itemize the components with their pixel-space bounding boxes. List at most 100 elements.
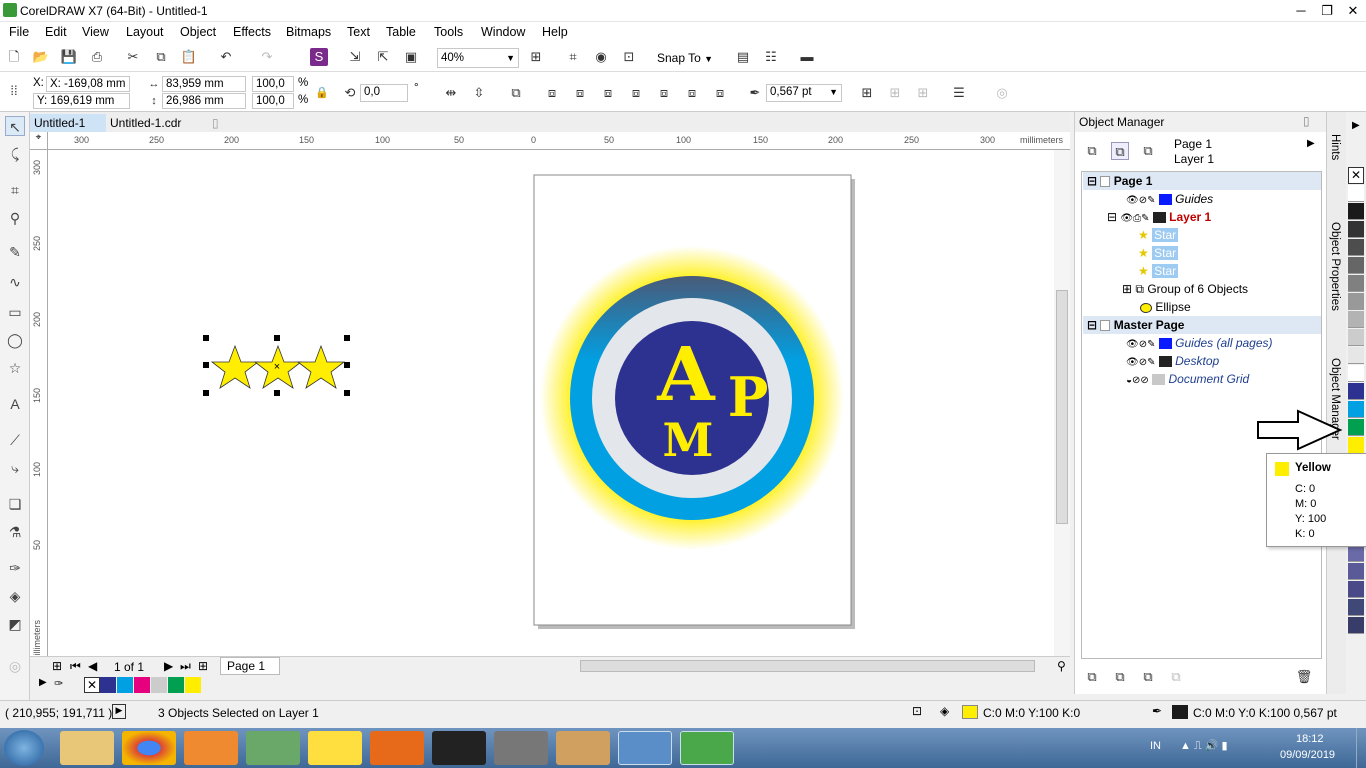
welcome-screen-icon[interactable]: ▤ [734,48,752,66]
ellipse-tool-icon[interactable]: ◯ [5,330,25,350]
next-page-icon[interactable]: ▶ [164,659,173,673]
first-page-icon[interactable]: ⏮ [70,659,81,674]
zoom-to-page-icon[interactable]: ⊞ [527,48,545,66]
photo-viewer-icon[interactable] [618,731,672,765]
undo-icon[interactable]: ↶ [217,48,235,66]
show-desktop-button[interactable] [1356,728,1366,768]
menu-effects[interactable]: Effects [233,25,271,39]
eyedropper-icon[interactable]: ✑ [54,677,63,690]
cut-icon[interactable]: ✂ [124,48,142,66]
import-icon[interactable]: ⇲ [346,48,364,66]
drawing-canvas[interactable]: A P M × [48,150,1054,656]
zoom-tool-icon[interactable]: ⚲ [5,208,25,228]
palette-swatch[interactable] [1348,293,1364,310]
palette-swatch[interactable] [1348,617,1364,634]
collapse-icon[interactable]: ⊟ [1107,210,1117,224]
tree-row-ellipse[interactable]: Ellipse [1082,298,1322,316]
create-boundary-icon[interactable]: ⊞ [886,84,904,102]
options-icon[interactable]: ☷ [762,48,780,66]
palette-scroll-up-icon[interactable]: ▶ [1352,120,1360,131]
visibility-print-edit-icons[interactable]: 👁⊘✎ [1126,357,1155,368]
tree-row-star[interactable]: ★ Star [1082,244,1322,262]
palette-swatch[interactable] [168,677,184,693]
tree-row-star[interactable]: ★ Star [1082,262,1322,280]
menu-layout[interactable]: Layout [126,25,164,39]
mirror-vertical-icon[interactable]: ⇳ [470,84,488,102]
smart-drawing-tool-icon[interactable]: ∿ [5,272,25,292]
palette-menu-icon[interactable]: ▶ [39,677,47,688]
media-player-icon[interactable] [184,731,238,765]
polygon-tool-icon[interactable]: ☆ [5,358,25,378]
edit-across-layers-icon[interactable]: ⧉ [1111,142,1129,160]
snap-to-dropdown[interactable]: Snap To ▼ [657,51,713,65]
menu-text[interactable]: Text [347,25,370,39]
visibility-print-edit-icons[interactable]: 👁⊘✎ [1126,195,1155,206]
palette-swatch[interactable] [1348,545,1364,562]
tray-icons[interactable]: ▲ ⎍ 🔊 ▮ [1180,739,1228,753]
intersect-icon[interactable]: ⧈ [627,84,645,102]
clock-date[interactable]: 09/09/2019 [1280,749,1335,761]
copy-icon[interactable]: ⧉ [152,48,170,66]
combine-icon[interactable]: ⧈ [543,84,561,102]
prev-page-icon[interactable]: ◀ [88,659,97,673]
paste-icon[interactable]: 📋 [180,48,198,66]
menu-bitmaps[interactable]: Bitmaps [286,25,331,39]
selection-center-icon[interactable]: × [274,361,280,373]
menu-file[interactable]: File [9,25,29,39]
tree-row-page-1[interactable]: ⊟ Page 1 [1083,172,1321,190]
publish-pdf-icon[interactable]: ▣ [402,48,420,66]
tree-row-group[interactable]: ⊞ ⧉ Group of 6 Objects [1082,280,1322,298]
dock-icon[interactable]: ▯ [1303,114,1310,128]
collapse-icon[interactable]: ⊟ [1087,318,1097,332]
palette-swatch[interactable] [185,677,201,693]
layer-manager-view-icon[interactable]: ⧉ [1139,142,1157,160]
palette-swatch[interactable] [1348,419,1364,436]
no-color-swatch[interactable]: ✕ [1348,167,1364,184]
x-position-field[interactable]: X: -169,08 mm [46,76,130,92]
quick-customize-icon[interactable]: ◎ [5,656,25,676]
fill-color-swatch[interactable] [962,705,978,719]
clock-time[interactable]: 18:12 [1296,733,1324,745]
y-position-field[interactable]: Y: 169,619 mm [33,93,130,109]
visibility-print-edit-icons[interactable]: ◒⊘⊘ [1126,375,1149,386]
paint-icon[interactable] [556,731,610,765]
star-shape[interactable] [296,344,346,389]
layer-properties-icon[interactable]: ⧉ [1083,142,1101,160]
menu-edit[interactable]: Edit [45,25,67,39]
freehand-tool-icon[interactable]: ✎ [5,242,25,262]
play-icon[interactable]: ▶ [112,704,126,719]
scale-y-field[interactable]: 100,0 [252,93,294,109]
add-page-after-icon[interactable]: ⊞ [198,659,208,673]
search-content-icon[interactable]: S [310,48,328,66]
tree-row-document-grid[interactable]: ◒⊘⊘ Document Grid [1082,370,1322,388]
drop-shadow-tool-icon[interactable]: ❏ [5,494,25,514]
restore-button[interactable]: ❐ [1314,2,1340,20]
outline-width-select[interactable]: 0,567 pt ▼ [766,84,842,102]
tree-row-master-page[interactable]: ⊟ Master Page [1083,316,1321,334]
new-icon[interactable]: 🗋 [5,48,23,66]
firefox-icon[interactable] [370,731,424,765]
weld-icon[interactable]: ⧈ [571,84,589,102]
rotation-angle-field[interactable]: 0,0 [360,84,408,102]
pick-tool-icon[interactable]: ↖ [5,116,25,136]
palette-swatch[interactable] [1348,365,1364,382]
language-indicator[interactable]: IN [1150,740,1161,752]
palette-swatch[interactable] [1348,221,1364,238]
vertical-ruler[interactable]: 300 250 200 150 100 50 millimeters [30,150,48,663]
visibility-print-edit-icons[interactable]: 👁⊘✎ [1126,339,1155,350]
visibility-print-edit-icons[interactable]: 👁⎙✎ [1120,213,1149,224]
trim-icon[interactable]: ⧈ [599,84,617,102]
page-tab[interactable]: Page 1 [220,657,280,675]
tree-row-layer-1[interactable]: ⊟ 👁⎙✎ Layer 1 [1082,208,1322,226]
new-master-layer-even-icon[interactable]: ⧉ [1167,668,1185,686]
simplify-icon[interactable]: ⧈ [655,84,673,102]
horizontal-ruler[interactable]: 300 250 200 150 100 50 0 50 100 150 200 … [48,132,1070,150]
palette-swatch[interactable] [1348,383,1364,400]
palette-swatch[interactable] [1348,329,1364,346]
palette-swatch[interactable] [1348,203,1364,220]
palette-swatch[interactable] [1348,599,1364,616]
solitaire-icon[interactable] [246,731,300,765]
last-page-icon[interactable]: ⏭ [180,659,191,674]
collapse-icon[interactable]: ⊟ [1087,174,1097,188]
menu-object[interactable]: Object [180,25,216,39]
